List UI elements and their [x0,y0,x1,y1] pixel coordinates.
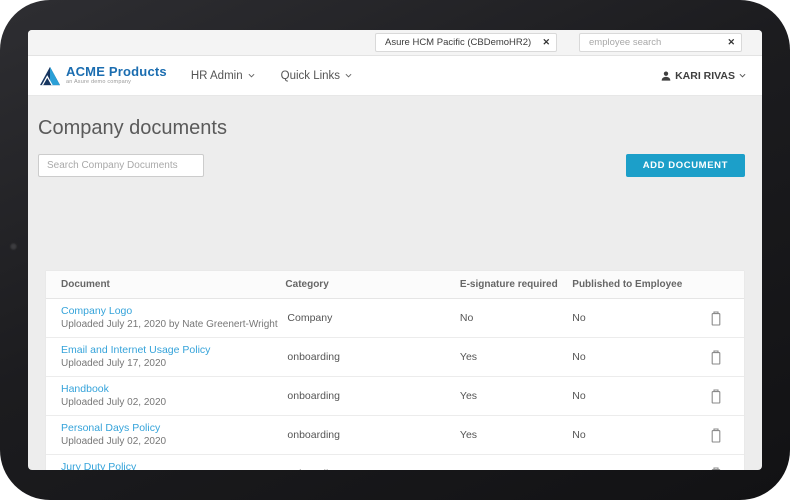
logo-name: ACME Products [66,65,167,78]
company-context-value: Asure HCM Pacific (CBDemoHR2) [385,37,534,48]
column-header-document: Document [46,279,285,290]
document-link[interactable]: Jury Duty Policy [61,460,285,470]
user-name: KARI RIVAS [675,70,735,82]
cell-category: Company [285,312,460,324]
document-uploaded: Uploaded July 21, 2020 by Nate Greenert-… [61,318,285,332]
cell-esignature: Yes [460,429,572,441]
table-row: Jury Duty Policy Uploaded July 02, 2020 … [46,455,744,470]
toolbar: ADD DOCUMENT [28,154,762,177]
nav-item-hr-admin[interactable]: HR Admin [191,70,255,82]
cell-published: No [572,429,705,441]
cell-esignature: No [460,312,572,324]
cell-published: No [572,390,705,402]
delete-document-button[interactable] [706,426,726,445]
trash-icon [710,350,722,365]
table-row: Personal Days Policy Uploaded July 02, 2… [46,416,744,455]
add-document-button[interactable]: ADD DOCUMENT [626,154,745,177]
person-icon [661,71,671,81]
nav-header: ACME Products an Asure demo company HR A… [28,56,762,96]
nav-item-label: Quick Links [281,70,340,82]
column-header-esignature: E-signature required [460,279,572,290]
cell-category: onboarding [285,429,460,441]
table-row: Email and Internet Usage Policy Uploaded… [46,338,744,377]
screen: Asure HCM Pacific (CBDemoHR2) ✕ employee… [28,30,762,470]
clear-icon[interactable]: ✕ [727,37,735,48]
trash-icon [710,311,722,326]
cell-esignature: Yes [460,468,572,470]
trash-icon [710,389,722,404]
table-body: Company Logo Uploaded July 21, 2020 by N… [46,299,744,470]
delete-document-button[interactable] [706,309,726,328]
cell-category: onboarding [285,351,460,363]
cell-published: No [572,351,705,363]
document-search-input[interactable] [38,154,204,177]
cell-published: No [572,468,705,470]
tablet-frame: Asure HCM Pacific (CBDemoHR2) ✕ employee… [0,0,790,500]
employee-search-placeholder: employee search [589,37,719,48]
table-header-row: Document Category E-signature required P… [46,271,744,299]
cell-published: No [572,312,705,324]
documents-table: Document Category E-signature required P… [45,270,745,470]
page-title: Company documents [38,117,762,140]
table-row: Company Logo Uploaded July 21, 2020 by N… [46,299,744,338]
document-link[interactable]: Handbook [61,382,285,396]
document-link[interactable]: Personal Days Policy [61,421,285,435]
table-row: Handbook Uploaded July 02, 2020 onboardi… [46,377,744,416]
nav-item-label: HR Admin [191,70,243,82]
employee-search-input[interactable]: employee search ✕ [579,33,742,52]
document-uploaded: Uploaded July 17, 2020 [61,357,285,371]
company-context-selector[interactable]: Asure HCM Pacific (CBDemoHR2) ✕ [375,33,557,52]
nav-item-quick-links[interactable]: Quick Links [281,70,352,82]
cell-esignature: Yes [460,390,572,402]
document-link[interactable]: Email and Internet Usage Policy [61,343,285,357]
logo[interactable]: ACME Products an Asure demo company [39,65,167,86]
cell-category: onboarding [285,468,460,470]
trash-icon [710,428,722,443]
document-link[interactable]: Company Logo [61,304,285,318]
chevron-down-icon [248,73,255,78]
trash-icon [710,467,722,471]
cell-category: onboarding [285,390,460,402]
chevron-down-icon [345,73,352,78]
page-content: Company documents ADD DOCUMENT Document … [28,117,762,177]
chevron-down-icon [739,73,746,78]
logo-tagline: an Asure demo company [66,80,167,86]
document-uploaded: Uploaded July 02, 2020 [61,435,285,449]
user-menu[interactable]: KARI RIVAS [661,70,746,82]
delete-document-button[interactable] [706,348,726,367]
main-nav: HR Admin Quick Links [191,70,352,82]
column-header-published: Published to Employee [572,279,705,290]
camera-icon [9,242,18,251]
delete-document-button[interactable] [706,465,726,471]
triangle-logo-icon [39,66,61,86]
clear-icon[interactable]: ✕ [542,37,550,48]
cell-esignature: Yes [460,351,572,363]
delete-document-button[interactable] [706,387,726,406]
top-bar: Asure HCM Pacific (CBDemoHR2) ✕ employee… [28,30,762,56]
column-header-category: Category [285,279,460,290]
document-uploaded: Uploaded July 02, 2020 [61,396,285,410]
